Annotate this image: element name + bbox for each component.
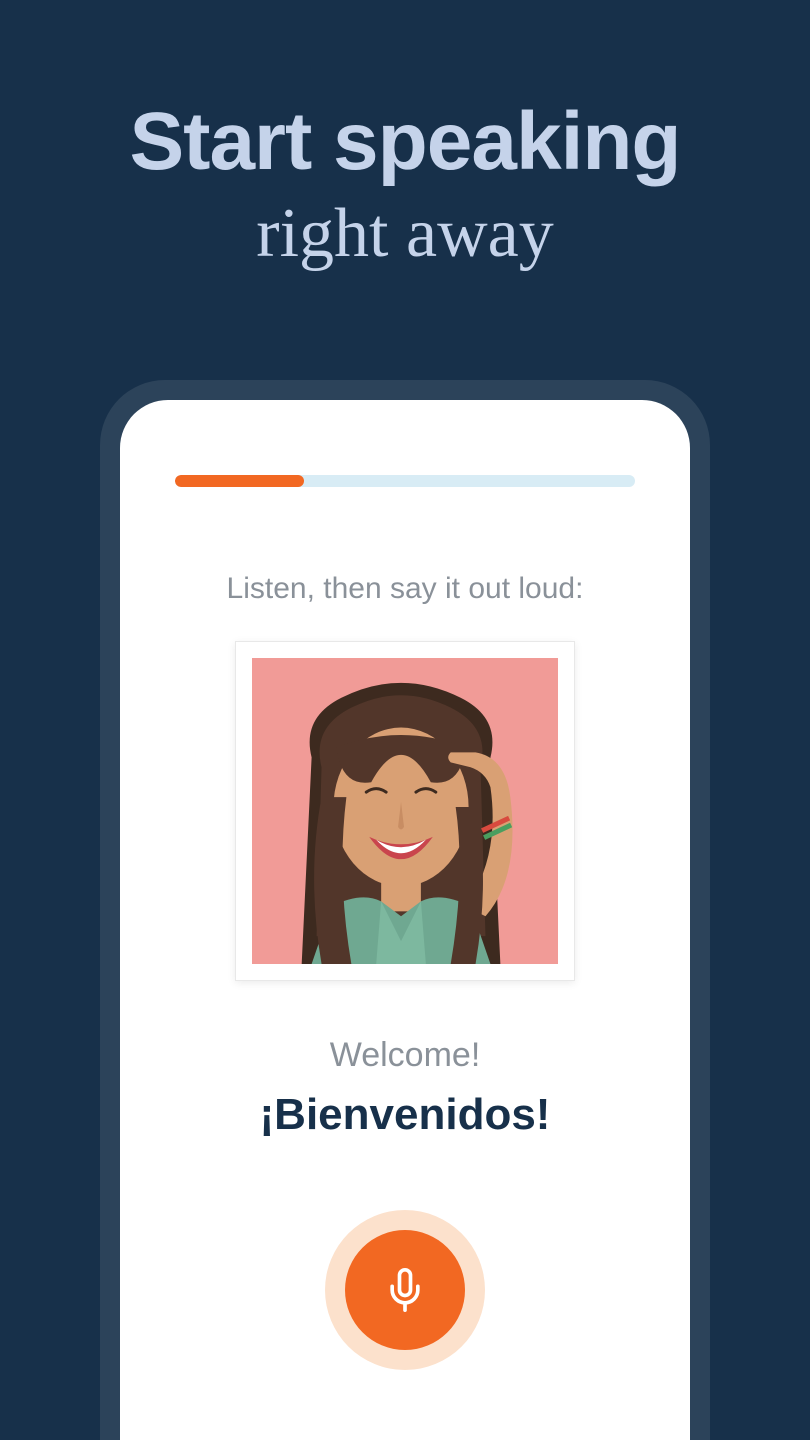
lesson-progress-fill <box>175 475 304 487</box>
translation-label: Welcome! <box>330 1036 481 1075</box>
phone-mockup-frame: Listen, then say it out loud: <box>100 380 710 1440</box>
phone-screen: Listen, then say it out loud: <box>120 400 690 1440</box>
microphone-icon <box>383 1268 427 1312</box>
person-photo-illustration <box>252 658 558 964</box>
lesson-image-card[interactable] <box>235 641 575 981</box>
heading-line-2: right away <box>0 194 810 274</box>
promo-heading: Start speaking right away <box>0 0 810 274</box>
lesson-image <box>252 658 558 964</box>
lesson-instruction: Listen, then say it out loud: <box>227 572 584 606</box>
microphone-button[interactable] <box>325 1210 485 1370</box>
microphone-button-inner <box>345 1230 465 1350</box>
heading-line-1: Start speaking <box>0 95 810 189</box>
lesson-progress-bar[interactable] <box>175 475 635 487</box>
target-phrase-label: ¡Bienvenidos! <box>260 1090 551 1140</box>
